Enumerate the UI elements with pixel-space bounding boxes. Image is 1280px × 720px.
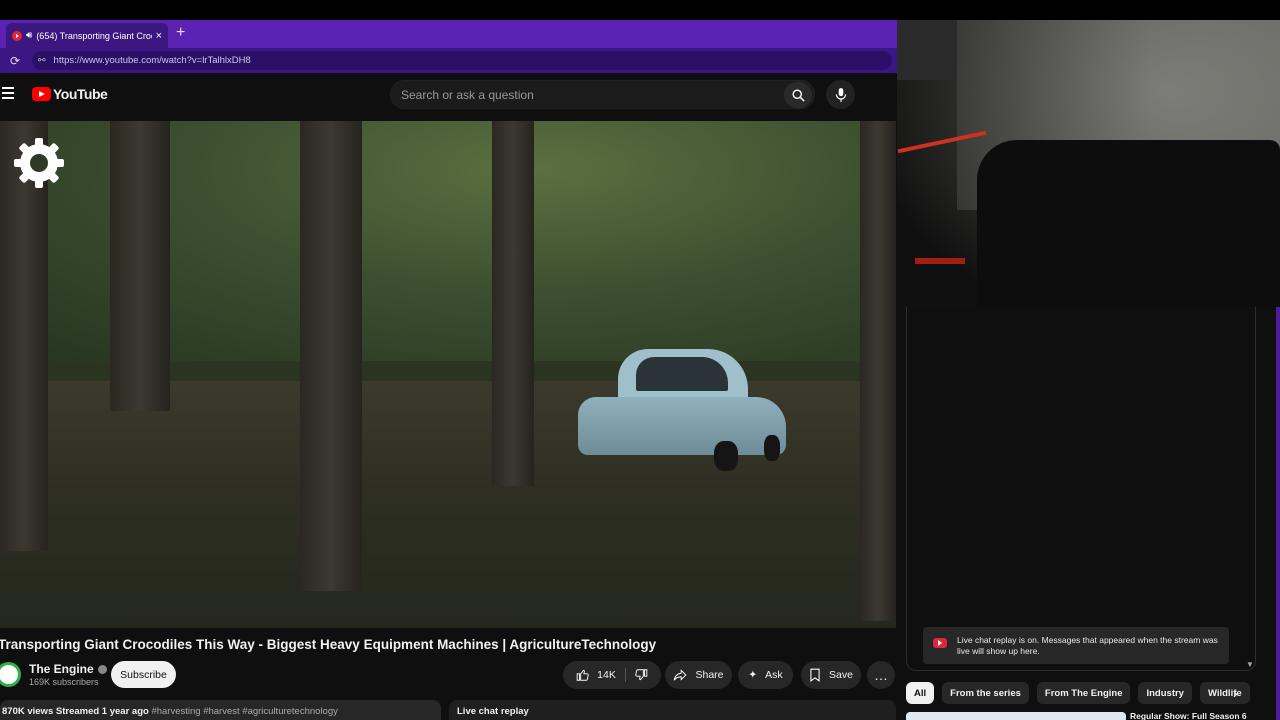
youtube-header: YouTube Search or ask a question <box>0 73 897 121</box>
more-actions-button[interactable]: … <box>867 661 895 689</box>
search-input[interactable]: Search or ask a question <box>390 80 815 109</box>
verified-icon <box>97 664 107 674</box>
like-dislike-group: 14K <box>563 661 661 689</box>
like-button[interactable]: 14K <box>576 668 626 682</box>
search-button[interactable] <box>784 82 812 108</box>
settings-gear-icon[interactable] <box>12 136 66 190</box>
bookmark-icon <box>810 668 820 682</box>
youtube-logo[interactable]: YouTube <box>32 86 108 102</box>
subscriber-count: 169K subscribers <box>29 677 99 687</box>
chip-industry[interactable]: Industry <box>1138 682 1192 704</box>
chips-next-icon[interactable]: › <box>1233 685 1238 701</box>
channel-avatar[interactable] <box>0 662 21 687</box>
menu-icon[interactable] <box>2 87 14 99</box>
top-black-strip <box>0 0 1280 20</box>
channel-name[interactable]: The Engine <box>29 662 107 676</box>
chat-replay-notice-text: Live chat replay is on. Messages that ap… <box>957 635 1218 656</box>
window-edge <box>1276 307 1280 720</box>
stream-date: Streamed 1 year ago <box>55 706 149 717</box>
youtube-favicon-icon <box>12 30 22 41</box>
video-player[interactable] <box>0 121 896 628</box>
sparkle-icon: ✦ <box>748 669 758 681</box>
ask-label: Ask <box>765 669 783 681</box>
webcam-overlay <box>897 20 1280 307</box>
live-chat-panel: Live chat replay is on. Messages that ap… <box>906 307 1256 671</box>
save-label: Save <box>829 669 853 681</box>
live-chat-replay-header[interactable]: Live chat replay <box>449 700 896 720</box>
site-info-icon[interactable]: ⚯ <box>38 55 46 66</box>
hashtags[interactable]: #harvesting #harvest #agriculturetechnol… <box>151 706 337 717</box>
video-title: Transporting Giant Crocodiles This Way -… <box>0 637 657 652</box>
description-box[interactable]: 870K views Streamed 1 year ago #harvesti… <box>0 700 441 720</box>
tab-title: (654) Transporting Giant Croc <box>36 30 152 41</box>
view-count: 870K views <box>2 706 54 717</box>
voice-search-button[interactable] <box>826 80 855 109</box>
next-video-thumbnail[interactable] <box>906 712 1126 720</box>
subscribe-button[interactable]: Subscribe <box>111 661 176 688</box>
address-bar-row: ⟳ ⚯ https://www.youtube.com/watch?v=lrTa… <box>0 48 897 73</box>
ask-button[interactable]: ✦ Ask <box>738 661 793 689</box>
browser-chrome: 🔊︎ (654) Transporting Giant Croc × + ⟳ ⚯… <box>0 20 897 73</box>
tree-trunk <box>300 121 362 591</box>
thumbs-down-icon[interactable] <box>634 668 648 682</box>
tree-trunk <box>492 121 534 486</box>
chip-wildlife[interactable]: Wildlife <box>1199 682 1250 704</box>
share-label: Share <box>695 669 724 681</box>
microphone-icon <box>835 87 846 102</box>
thumbs-up-icon <box>576 669 589 681</box>
screen: 🔊︎ (654) Transporting Giant Croc × + ⟳ ⚯… <box>0 0 1280 720</box>
address-bar[interactable]: ⚯ https://www.youtube.com/watch?v=lrTalh… <box>32 51 892 70</box>
car <box>578 349 786 473</box>
youtube-play-icon <box>32 87 51 101</box>
chip-all[interactable]: All <box>906 682 935 704</box>
search-icon <box>792 89 805 102</box>
save-button[interactable]: Save <box>801 661 861 689</box>
tab-bar: 🔊︎ (654) Transporting Giant Croc × + <box>0 20 897 48</box>
channel-name-text: The Engine <box>29 662 94 676</box>
tree-trunk <box>110 121 170 411</box>
chat-scroll-down-icon[interactable]: ▼ <box>1246 660 1254 669</box>
tree-trunk <box>860 121 896 621</box>
share-button[interactable]: Share <box>665 661 732 689</box>
channel-row: The Engine 169K subscribers Subscribe 14… <box>0 660 896 692</box>
chip-from-the-engine[interactable]: From The Engine <box>1036 682 1131 704</box>
logo-text: YouTube <box>53 86 108 102</box>
chat-replay-notice: Live chat replay is on. Messages that ap… <box>923 627 1229 664</box>
speaker-icon[interactable]: 🔊︎ <box>26 30 32 41</box>
youtube-play-icon <box>933 638 947 648</box>
chip-from-the-series[interactable]: From the series <box>942 682 1029 704</box>
next-video-title[interactable]: Regular Show: Full Season 6 <box>1130 711 1250 720</box>
reload-icon[interactable]: ⟳ <box>10 54 32 68</box>
browser-tab[interactable]: 🔊︎ (654) Transporting Giant Croc × <box>6 23 168 48</box>
new-tab-button[interactable]: + <box>176 24 185 42</box>
like-count: 14K <box>597 669 616 681</box>
close-tab-icon[interactable]: × <box>156 30 162 42</box>
url-text: https://www.youtube.com/watch?v=lrTalhlx… <box>53 55 251 66</box>
share-icon <box>674 669 687 681</box>
related-filter-chips: All From the series From The Engine Indu… <box>906 682 1251 704</box>
